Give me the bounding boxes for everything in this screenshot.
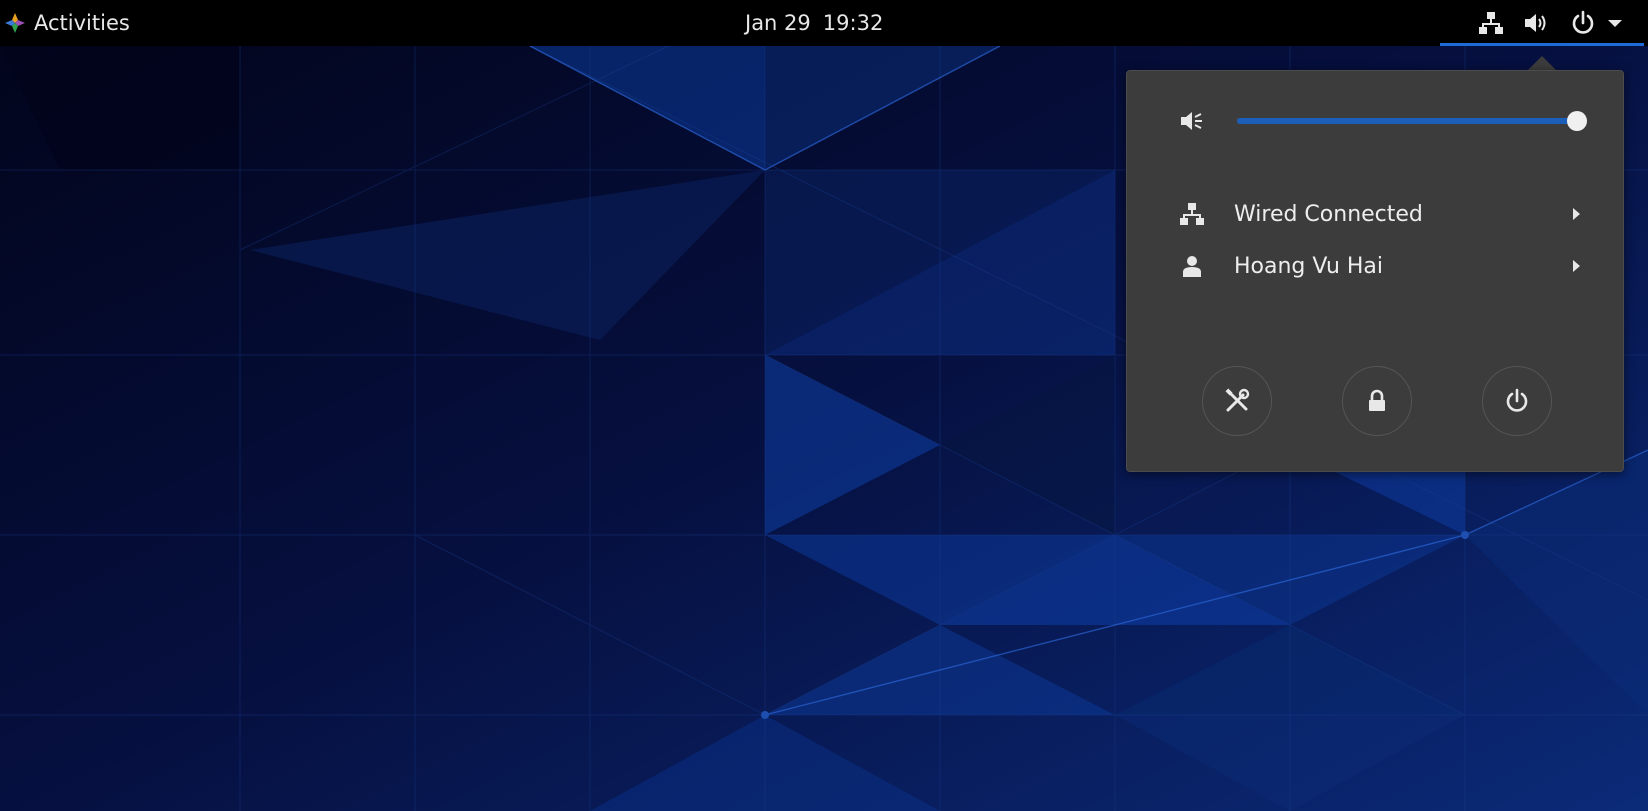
power-icon bbox=[1506, 388, 1528, 412]
volume-high-icon bbox=[1525, 14, 1546, 32]
system-menu: Wired Connected Hoang Vu Hai bbox=[1126, 70, 1624, 472]
desktop: Activities Jan 29 19:32 Wired Connected … bbox=[0, 0, 1648, 811]
distro-logo-icon bbox=[5, 13, 25, 33]
volume-muted-icon bbox=[1181, 112, 1202, 130]
power-off-button[interactable] bbox=[1482, 366, 1552, 436]
menu-item-label: Hoang Vu Hai bbox=[1234, 253, 1384, 279]
menu-pointer bbox=[1527, 56, 1557, 71]
menu-item-wired[interactable]: Wired Connected bbox=[1127, 199, 1623, 229]
activities-button[interactable]: Activities bbox=[4, 0, 130, 46]
volume-slider[interactable] bbox=[1237, 111, 1587, 131]
volume-slider-fill bbox=[1237, 118, 1577, 124]
lock-button[interactable] bbox=[1342, 366, 1412, 436]
user-icon bbox=[1183, 256, 1201, 277]
clock-button[interactable]: Jan 29 19:32 bbox=[745, 0, 883, 46]
menu-item-label: Wired Connected bbox=[1234, 201, 1423, 227]
network-wired-icon bbox=[1479, 12, 1503, 34]
chevron-right-icon bbox=[1573, 260, 1580, 272]
network-wired-icon bbox=[1180, 203, 1204, 225]
lock-icon bbox=[1369, 389, 1385, 411]
clock-date: Jan 29 bbox=[745, 11, 811, 35]
settings-button[interactable] bbox=[1202, 366, 1272, 436]
chevron-right-icon bbox=[1573, 208, 1580, 220]
volume-slider-handle[interactable] bbox=[1567, 111, 1587, 131]
active-indicator bbox=[1440, 43, 1644, 46]
dropdown-arrow-icon bbox=[1608, 20, 1622, 27]
menu-item-user[interactable]: Hoang Vu Hai bbox=[1127, 251, 1623, 281]
clock-time: 19:32 bbox=[822, 11, 884, 35]
top-bar: Activities Jan 29 19:32 bbox=[0, 0, 1648, 46]
settings-tools-icon bbox=[1225, 388, 1250, 412]
power-icon bbox=[1572, 10, 1594, 34]
system-status-button[interactable] bbox=[1440, 0, 1646, 46]
activities-label: Activities bbox=[34, 11, 130, 35]
